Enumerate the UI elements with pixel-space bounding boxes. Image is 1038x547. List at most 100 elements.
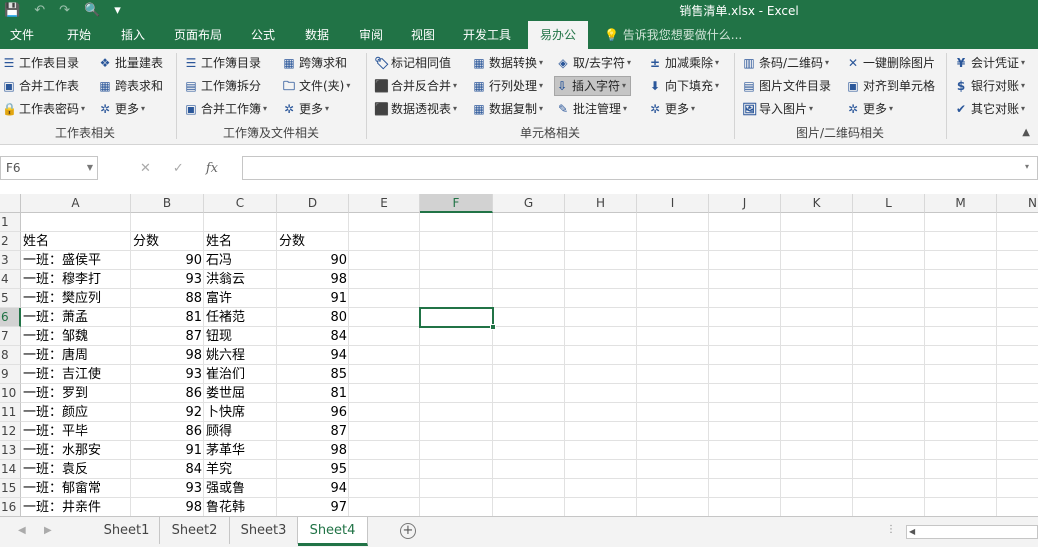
cell-a16[interactable]: 一班：井亲件 [21, 498, 131, 516]
row-header[interactable]: 3 [0, 251, 21, 270]
row-header[interactable]: 4 [0, 270, 21, 289]
tab-file[interactable]: 文件 [0, 21, 44, 49]
tell-me-search[interactable]: 💡 告诉我您想要做什么... [604, 21, 742, 49]
row-header[interactable]: 12 [0, 422, 21, 441]
cell-a12[interactable]: 一班：平毕 [21, 422, 131, 441]
column-header-j[interactable]: J [709, 194, 781, 213]
enter-icon[interactable]: ✓ [173, 161, 184, 176]
column-header-l[interactable]: L [853, 194, 925, 213]
tab-formulas[interactable]: 公式 [240, 21, 286, 49]
column-header-b[interactable]: B [131, 194, 204, 213]
expand-formula-icon[interactable]: ▾ [1025, 162, 1029, 171]
cell-d4[interactable]: 98 [277, 270, 349, 289]
barcode-qrcode-button[interactable]: ▥ 条码/二维码 ▾ [742, 53, 829, 73]
column-header-a[interactable]: A [21, 194, 131, 213]
row-header[interactable]: 10 [0, 384, 21, 403]
scroll-left-icon[interactable]: ◀ [909, 526, 915, 538]
row-header[interactable]: 7 [0, 327, 21, 346]
cell-a8[interactable]: 一班：唐周 [21, 346, 131, 365]
cell-c3[interactable]: 石冯 [204, 251, 277, 270]
column-header-f[interactable]: F [420, 194, 493, 213]
row-header[interactable]: 13 [0, 441, 21, 460]
column-header-g[interactable]: G [493, 194, 565, 213]
data-convert-button[interactable]: ▦ 数据转换 ▾ [472, 53, 543, 73]
tab-review[interactable]: 审阅 [348, 21, 394, 49]
more-button-g1[interactable]: ✲ 更多 ▾ [98, 99, 145, 119]
file-folder-button[interactable]: 🗀 文件(夹) ▾ [282, 76, 350, 96]
row-header[interactable]: 1 [0, 213, 21, 232]
arithmetic-button[interactable]: ± 加减乘除 ▾ [648, 53, 719, 73]
cell-a7[interactable]: 一班：邹魏 [21, 327, 131, 346]
cell-b11[interactable]: 92 [131, 403, 204, 422]
tab-view[interactable]: 视图 [400, 21, 446, 49]
cell-c1[interactable] [204, 213, 277, 232]
cell-b7[interactable]: 87 [131, 327, 204, 346]
cell-b15[interactable]: 93 [131, 479, 204, 498]
cell-d11[interactable]: 96 [277, 403, 349, 422]
tab-home[interactable]: 开始 [55, 21, 103, 49]
other-reconcile-button[interactable]: ✔ 其它对账 ▾ [954, 99, 1025, 119]
merge-workbooks-button[interactable]: ▣ 合并工作簿 ▾ [184, 99, 267, 119]
horizontal-scrollbar[interactable]: ◀ [906, 525, 1038, 539]
more-button-g4[interactable]: ✲ 更多 ▾ [846, 99, 893, 119]
cell-d1[interactable] [277, 213, 349, 232]
merge-sheets-button[interactable]: ▣ 合并工作表 [2, 76, 79, 96]
row-header[interactable]: 15 [0, 479, 21, 498]
cell-c15[interactable]: 强或鲁 [204, 479, 277, 498]
active-cell-f6[interactable] [419, 307, 496, 330]
cell-d7[interactable]: 84 [277, 327, 349, 346]
column-header-d[interactable]: D [277, 194, 349, 213]
cell-a5[interactable]: 一班：樊应列 [21, 289, 131, 308]
column-header-n[interactable]: N [997, 194, 1038, 213]
cancel-icon[interactable]: ✕ [140, 161, 151, 176]
data-copy-button[interactable]: ▦ 数据复制 ▾ [472, 99, 543, 119]
cell-b16[interactable]: 98 [131, 498, 204, 516]
cell-d12[interactable]: 87 [277, 422, 349, 441]
cross-workbook-sum-button[interactable]: ▦ 跨簿求和 [282, 53, 347, 73]
formula-input[interactable]: ▾ [242, 156, 1038, 180]
add-sheet-button[interactable]: + [400, 523, 416, 539]
cell-c16[interactable]: 鲁花韩 [204, 498, 277, 516]
column-header-k[interactable]: K [781, 194, 853, 213]
cell-b12[interactable]: 86 [131, 422, 204, 441]
cell-a15[interactable]: 一班：郁畲常 [21, 479, 131, 498]
cell-d6[interactable]: 80 [277, 308, 349, 327]
accounting-voucher-button[interactable]: ¥ 会计凭证 ▾ [954, 53, 1025, 73]
cell-d9[interactable]: 85 [277, 365, 349, 384]
cell-b3[interactable]: 90 [131, 251, 204, 270]
comment-manage-button[interactable]: ✎ 批注管理 ▾ [556, 99, 627, 119]
cell-d8[interactable]: 94 [277, 346, 349, 365]
cell-a13[interactable]: 一班：水那安 [21, 441, 131, 460]
mark-same-values-button[interactable]: 🏷 标记相同值 [374, 53, 451, 73]
column-header-m[interactable]: M [925, 194, 997, 213]
sheet-tab-3[interactable]: Sheet3 [230, 517, 298, 544]
column-header-e[interactable]: E [349, 194, 420, 213]
pivot-table-button[interactable]: ⬛ 数据透视表 ▾ [374, 99, 457, 119]
cell-b5[interactable]: 88 [131, 289, 204, 308]
cell-a14[interactable]: 一班：袁反 [21, 460, 131, 479]
column-header-i[interactable]: I [637, 194, 709, 213]
name-box[interactable]: F6 ▼ [0, 156, 98, 180]
more-button-g2[interactable]: ✲ 更多 ▾ [282, 99, 329, 119]
tab-developer[interactable]: 开发工具 [454, 21, 520, 49]
workbook-toc-button[interactable]: ☰ 工作簿目录 [184, 53, 261, 73]
cell-d3[interactable]: 90 [277, 251, 349, 270]
cell-b14[interactable]: 84 [131, 460, 204, 479]
split-workbook-button[interactable]: ▤ 工作簿拆分 [184, 76, 261, 96]
spreadsheet-grid[interactable]: A B C D E F G H I J K L M N 1 2 姓名 分数 姓名 分数 3 一班：盛侯平 90 石冯 90 4 一班… [0, 194, 1038, 516]
cell-a6[interactable]: 一班：萧孟 [21, 308, 131, 327]
row-header[interactable]: 9 [0, 365, 21, 384]
cell-a11[interactable]: 一班：颜应 [21, 403, 131, 422]
cell-d13[interactable]: 98 [277, 441, 349, 460]
cell-c7[interactable]: 钮现 [204, 327, 277, 346]
cell-c9[interactable]: 崔治们 [204, 365, 277, 384]
row-header[interactable]: 2 [0, 232, 21, 251]
cell-d2[interactable]: 分数 [277, 232, 349, 251]
cell-c13[interactable]: 茅革华 [204, 441, 277, 460]
cell-b10[interactable]: 86 [131, 384, 204, 403]
align-to-cell-button[interactable]: ▣ 对齐到单元格 [846, 76, 935, 96]
cell-d14[interactable]: 95 [277, 460, 349, 479]
cell-b6[interactable]: 81 [131, 308, 204, 327]
sheet-password-button[interactable]: 🔒 工作表密码 ▾ [2, 99, 85, 119]
row-header[interactable]: 11 [0, 403, 21, 422]
